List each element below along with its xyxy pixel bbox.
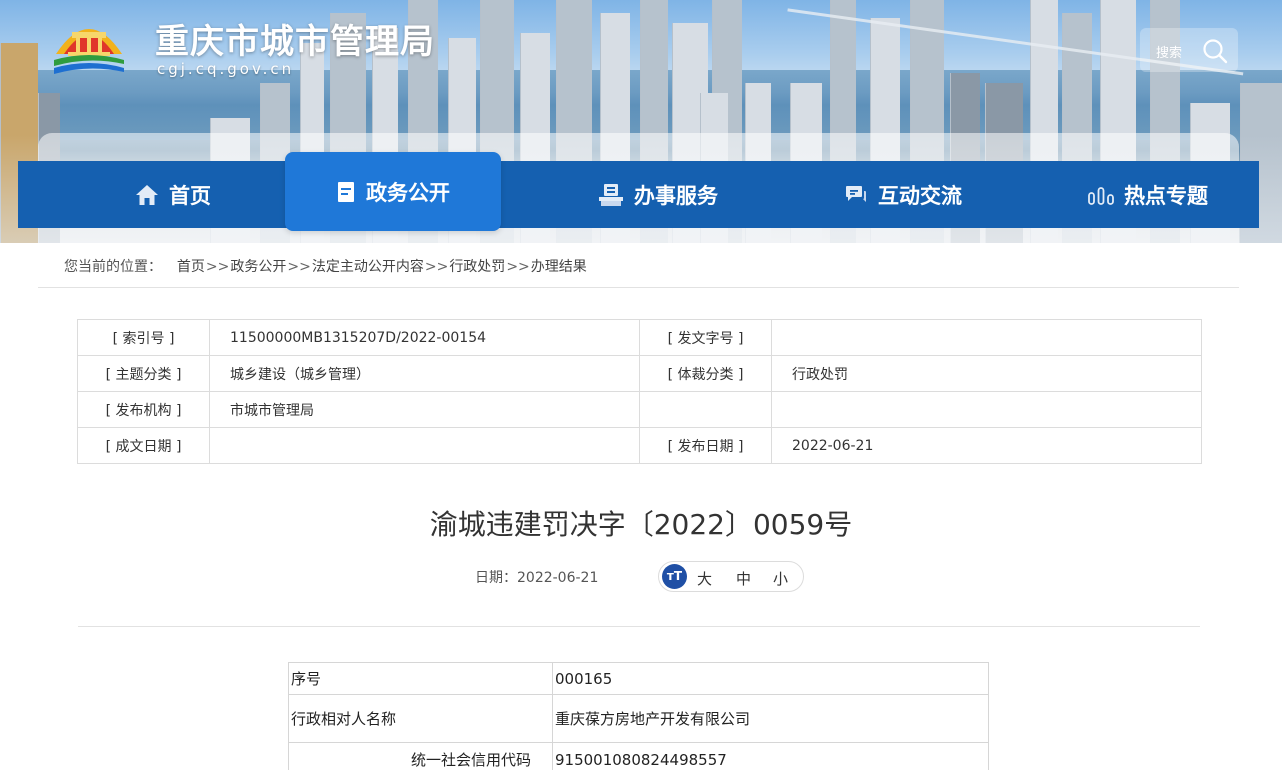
published-date-label: [ 发布日期 ] — [639, 427, 772, 464]
font-size-small-button[interactable]: 小 — [773, 568, 788, 589]
breadcrumb-divider — [38, 287, 1239, 288]
empty-cell — [639, 391, 772, 428]
nav-item-label: 政务公开 — [366, 180, 450, 205]
nav-item-label: 互动交流 — [878, 183, 962, 208]
table-row: 序号 000165 — [288, 662, 989, 695]
index-no-label: [ 索引号 ] — [77, 319, 210, 356]
nav-item-label: 热点专题 — [1124, 183, 1208, 208]
table-value-credit-code: 915001080824498557 — [552, 742, 989, 770]
article-title: 渝城违建罚决字〔2022〕0059号 — [429, 508, 853, 541]
table-row: 统一社会信用代码 915001080824498557 — [288, 742, 989, 770]
document-icon — [338, 181, 354, 202]
search-icon[interactable] — [1202, 38, 1228, 64]
nav-item-home[interactable]: 首页 — [78, 161, 268, 228]
breadcrumb-separator: >> — [424, 259, 449, 275]
publisher-label: [ 发布机构 ] — [77, 391, 210, 428]
meta-row: [ 索引号 ] 11500000MB1315207D/2022-00154 [ … — [77, 319, 1202, 356]
font-size-control: тT 大 中 小 — [658, 561, 804, 592]
meta-row: [ 主题分类 ] 城乡建设（城乡管理） [ 体裁分类 ] 行政处罚 — [77, 355, 1202, 392]
chat-icon — [846, 185, 866, 202]
nav-item-hot-topics[interactable]: 热点专题 — [1053, 161, 1243, 228]
breadcrumb-results[interactable]: 办理结果 — [531, 259, 587, 275]
penalty-detail-table: 序号 000165 行政相对人名称 重庆葆方房地产开发有限公司 统一社会信用代码… — [288, 662, 989, 770]
published-date-value: 2022-06-21 — [771, 427, 1202, 464]
breadcrumb-separator: >> — [205, 259, 230, 275]
breadcrumb-separator: >> — [506, 259, 530, 275]
breadcrumb-government-affairs[interactable]: 政务公开 — [230, 259, 286, 275]
document-meta-table: [ 索引号 ] 11500000MB1315207D/2022-00154 [ … — [77, 319, 1202, 464]
created-date-label: [ 成文日期 ] — [77, 427, 210, 464]
genre-label: [ 体裁分类 ] — [639, 355, 772, 392]
table-key-credit-code: 统一社会信用代码 — [288, 742, 553, 770]
search-label[interactable]: 搜索 — [1156, 42, 1182, 61]
site-logo[interactable] — [52, 10, 126, 80]
index-no-value: 11500000MB1315207D/2022-00154 — [209, 319, 640, 356]
site-domain: cgj.cq.gov.cn — [157, 60, 295, 78]
font-size-large-button[interactable]: 大 — [697, 568, 712, 589]
doc-no-value — [771, 319, 1202, 356]
nav-item-interaction[interactable]: 互动交流 — [808, 161, 998, 228]
subject-label: [ 主题分类 ] — [77, 355, 210, 392]
site-title[interactable]: 重庆市城市管理局 — [155, 14, 435, 63]
nav-item-services[interactable]: 办事服务 — [563, 161, 753, 228]
meta-row: [ 发布机构 ] 市城市管理局 — [77, 391, 1202, 428]
breadcrumb-home[interactable]: 首页 — [177, 259, 205, 275]
table-key-serial-no: 序号 — [288, 662, 553, 695]
nav-item-label: 首页 — [169, 183, 211, 208]
breadcrumb-prefix: 您当前的位置： — [64, 259, 162, 275]
breadcrumb-separator: >> — [287, 259, 311, 275]
table-key-party-name: 行政相对人名称 — [288, 694, 553, 743]
search-box[interactable]: 搜索 — [1140, 28, 1238, 72]
table-value-serial-no: 000165 — [552, 662, 989, 695]
subject-value: 城乡建设（城乡管理） — [209, 355, 640, 392]
service-desk-icon — [599, 183, 623, 206]
breadcrumb-statutory-disclosure[interactable]: 法定主动公开内容 — [312, 259, 424, 275]
empty-cell — [771, 391, 1202, 428]
genre-value: 行政处罚 — [771, 355, 1202, 392]
nav-item-government-affairs[interactable]: 政务公开 — [285, 152, 501, 231]
created-date-value — [209, 427, 640, 464]
doc-no-label: [ 发文字号 ] — [639, 319, 772, 356]
article-date: 日期：2022-06-21 — [475, 570, 599, 586]
nav-item-label: 办事服务 — [634, 183, 718, 208]
font-size-medium-button[interactable]: 中 — [736, 568, 751, 589]
table-value-party-name: 重庆葆方房地产开发有限公司 — [552, 694, 989, 743]
table-row: 行政相对人名称 重庆葆方房地产开发有限公司 — [288, 694, 989, 743]
content-divider — [78, 626, 1200, 627]
breadcrumb: 您当前的位置： 首页>>政务公开>>法定主动公开内容>>行政处罚>>办理结果 — [64, 256, 587, 276]
publisher-value: 市城市管理局 — [209, 391, 640, 428]
main-nav: 首页 政务公开 办事服务 互动交流 热点专题 — [18, 152, 1259, 231]
home-icon — [136, 184, 158, 205]
font-size-icon: тT — [662, 564, 687, 589]
hot-topics-icon — [1088, 186, 1114, 205]
meta-row: [ 成文日期 ] [ 发布日期 ] 2022-06-21 — [77, 427, 1202, 464]
breadcrumb-administrative-penalty[interactable]: 行政处罚 — [449, 259, 505, 275]
